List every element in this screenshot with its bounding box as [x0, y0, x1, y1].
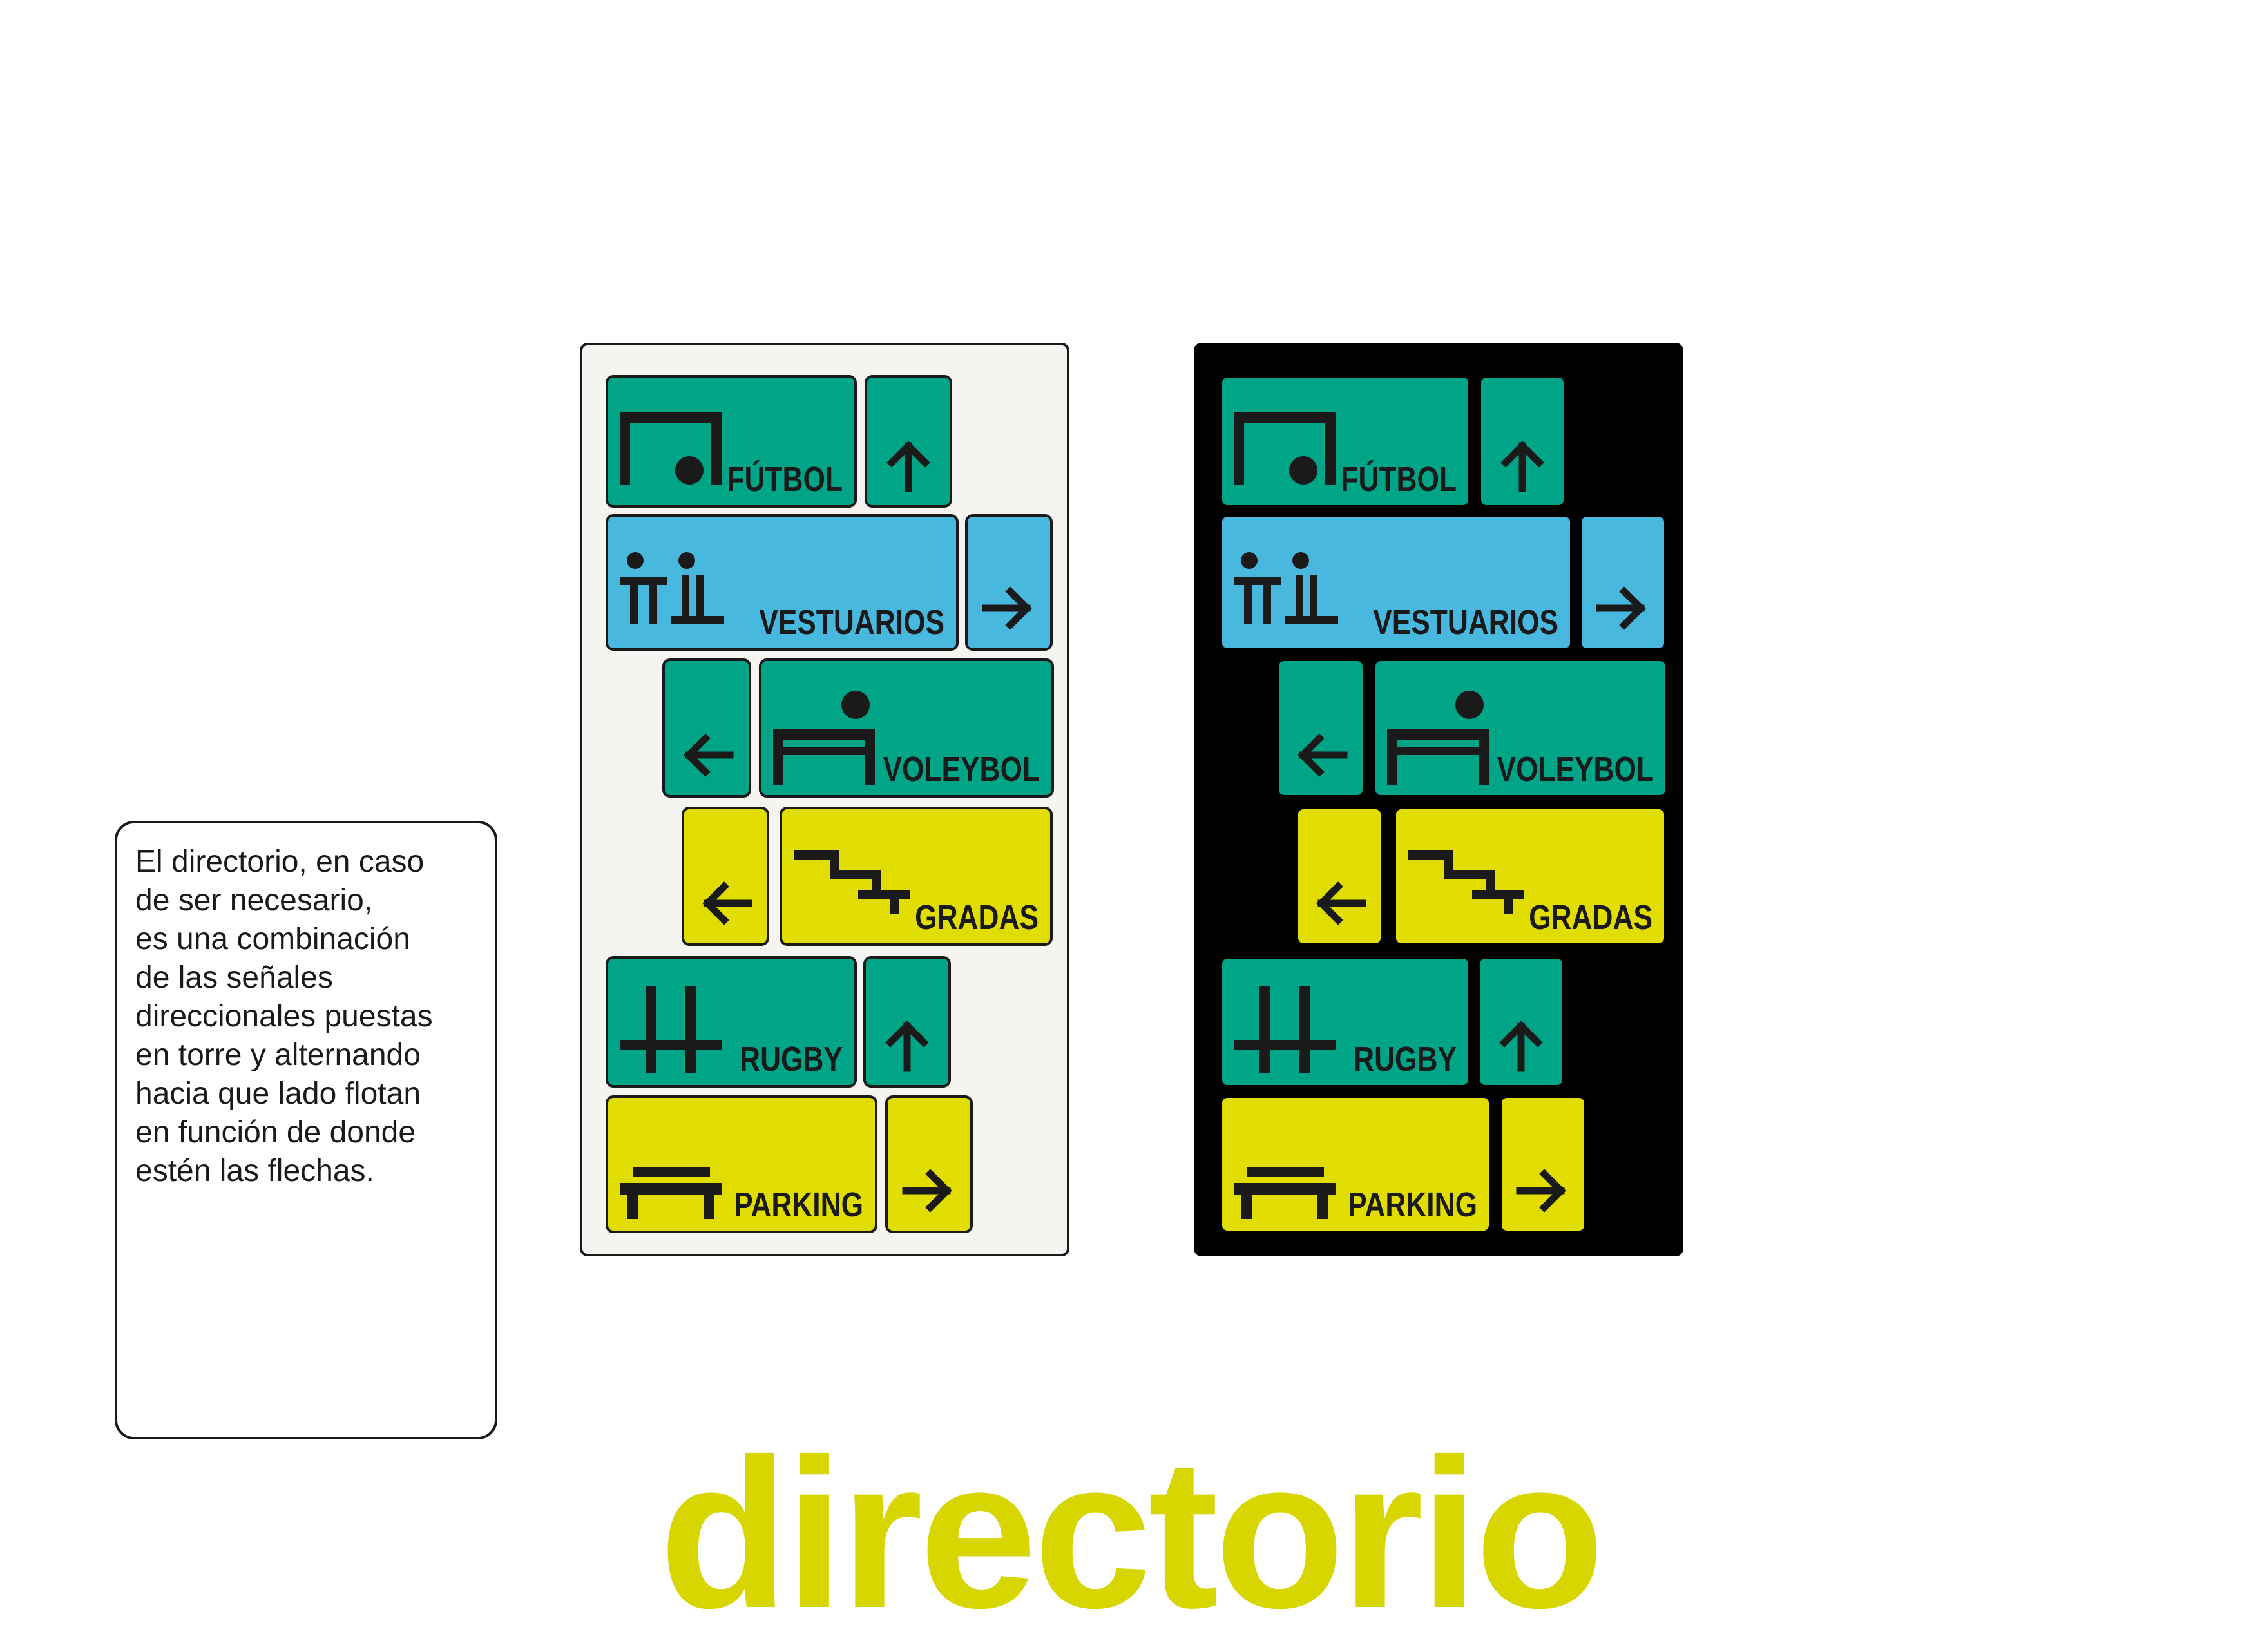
sign-futbol: FÚTBOL: [1220, 375, 1471, 508]
sign-label: FÚTBOL: [1341, 460, 1457, 499]
stairs-icon: [1408, 850, 1524, 914]
arrow-up-icon: [885, 1021, 929, 1072]
goal-icon: [620, 412, 722, 485]
arrow-sign-vestuarios: [965, 514, 1053, 651]
arrow-sign-futbol: [865, 375, 952, 508]
sign-label: GRADAS: [915, 898, 1039, 937]
directory-board-dark: FÚTBOL VESTUARIOS VOLEYBOL GRADAS RUGBY PARKI…: [1194, 343, 1683, 1256]
page-title: directorio: [659, 1414, 1605, 1652]
arrow-sign-voleybol: [1276, 658, 1365, 798]
description-text: El directorio, en caso de ser necesario,…: [135, 845, 433, 1188]
arrow-up-icon: [886, 441, 930, 492]
arrow-sign-parking: [885, 1095, 973, 1233]
sign-voleybol: VOLEYBOL: [1373, 658, 1668, 798]
sign-futbol: FÚTBOL: [606, 375, 857, 508]
sign-rugby: RUGBY: [1220, 956, 1471, 1088]
sign-gradas: GRADAS: [780, 807, 1053, 946]
sign-label: VESTUARIOS: [759, 603, 944, 642]
changing-room-icon: [620, 552, 724, 624]
sign-gradas: GRADAS: [1393, 807, 1667, 946]
sign-vestuarios: VESTUARIOS: [1220, 514, 1573, 651]
arrow-up-icon: [1500, 441, 1544, 492]
changing-room-icon: [1234, 552, 1338, 624]
arrow-sign-gradas: [1296, 807, 1383, 946]
arrow-sign-futbol: [1479, 375, 1566, 508]
sign-label: VESTUARIOS: [1373, 603, 1558, 642]
goal-icon: [1234, 412, 1336, 485]
volleyball-player-icon: [773, 691, 875, 785]
sign-vestuarios: VESTUARIOS: [606, 514, 959, 651]
arrow-left-icon: [1298, 733, 1348, 777]
arrow-right-icon: [982, 586, 1032, 630]
arrow-right-icon: [1516, 1169, 1566, 1213]
sign-voleybol: VOLEYBOL: [759, 658, 1054, 798]
arrow-sign-rugby: [863, 956, 951, 1088]
sign-label: VOLEYBOL: [883, 750, 1040, 789]
arrow-left-icon: [1316, 881, 1366, 925]
rugby-posts-icon: [1234, 986, 1336, 1073]
sign-label: RUGBY: [740, 1040, 843, 1079]
sign-label: FÚTBOL: [727, 460, 843, 499]
sign-label: GRADAS: [1529, 898, 1652, 937]
arrow-sign-gradas: [682, 807, 769, 946]
arrow-right-icon: [902, 1169, 952, 1213]
sign-label: RUGBY: [1354, 1040, 1457, 1079]
bench-icon: [1234, 1167, 1336, 1219]
arrow-sign-voleybol: [662, 658, 751, 798]
arrow-right-icon: [1596, 586, 1646, 630]
sign-rugby: RUGBY: [606, 956, 857, 1088]
arrow-left-icon: [684, 733, 734, 777]
sign-label: VOLEYBOL: [1497, 750, 1654, 789]
stairs-icon: [794, 850, 910, 914]
arrow-left-icon: [702, 881, 752, 925]
arrow-up-icon: [1499, 1021, 1543, 1072]
arrow-sign-rugby: [1477, 956, 1565, 1088]
sign-label: PARKING: [1348, 1186, 1477, 1224]
sign-label: PARKING: [734, 1186, 863, 1224]
sign-parking: PARKING: [1220, 1095, 1491, 1233]
arrow-sign-parking: [1499, 1095, 1587, 1233]
volleyball-player-icon: [1387, 691, 1489, 785]
rugby-posts-icon: [620, 986, 722, 1073]
bench-icon: [620, 1167, 722, 1219]
directory-board-light: FÚTBOL VESTUARIOS VOLEYBOL GRADAS RUGBY PARKI…: [580, 343, 1069, 1256]
arrow-sign-vestuarios: [1579, 514, 1667, 651]
sign-parking: PARKING: [606, 1095, 877, 1233]
